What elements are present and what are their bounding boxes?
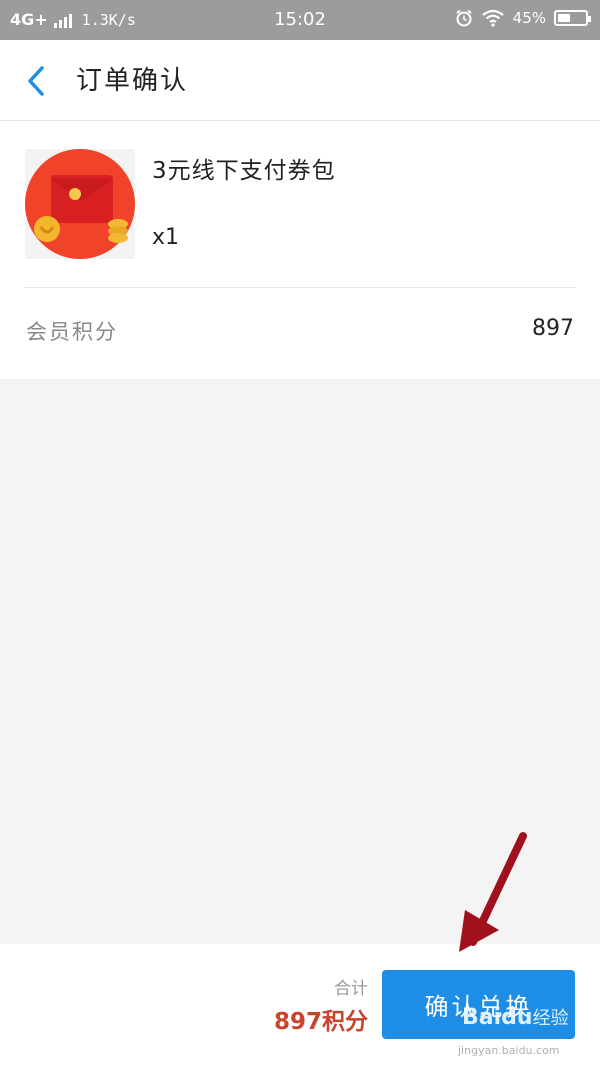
red-envelope-icon [25,149,135,259]
product-image [25,149,135,259]
divider [25,287,575,288]
watermark-suffix: 经验 [532,1008,569,1029]
watermark-brand: Baidu [462,1005,533,1030]
product-quantity: x1 [152,225,180,250]
battery-percent: 45% [512,9,546,27]
battery-icon [554,10,591,26]
alarm-icon [456,9,472,27]
product-name: 3元线下支付券包 [152,158,336,184]
status-right: 45% [455,9,591,27]
wifi-icon [481,9,504,27]
order-card: 3元线下支付券包 x1 会员积分 897 [0,121,600,379]
page-title: 订单确认 [76,66,189,96]
battery-level-fill [558,14,570,22]
total-label: 合计 [334,979,368,999]
total-value: 897积分 [273,1009,368,1035]
app-header: 订单确认 [0,40,600,121]
chevron-left-icon[interactable] [20,64,54,98]
annotation-arrow-icon [459,832,527,952]
watermark-url: jingyan.baidu.com [458,1044,560,1057]
status-bar: 4G+ 1.3K/s 15:02 45% [0,0,600,40]
points-label: 会员积分 [26,320,118,344]
watermark: Baidu经验 [462,1004,569,1030]
points-value: 897 [532,316,574,341]
